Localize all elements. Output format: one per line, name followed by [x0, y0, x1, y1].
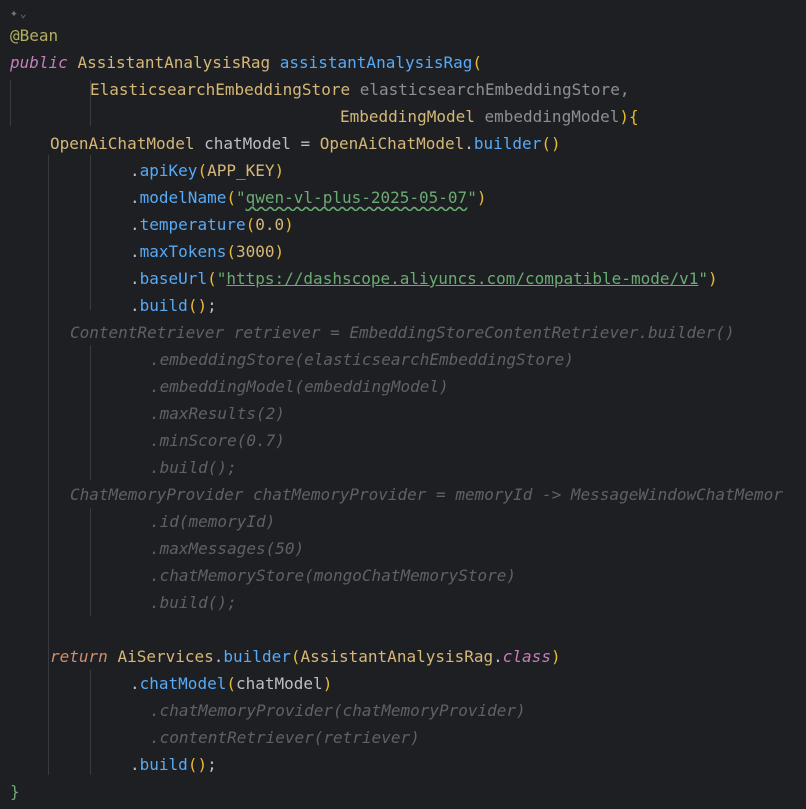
code-line-18[interactable]: ChatMemoryProvider chatMemoryProvider = …: [0, 481, 806, 508]
unused-code: .chatMemoryProvider(chatMemoryProvider): [150, 701, 526, 720]
code-line-29[interactable]: }: [0, 778, 806, 805]
code-line-24[interactable]: return AiServices.builder(AssistantAnaly…: [0, 643, 806, 670]
code-line-10[interactable]: .baseUrl("https://dashscope.aliyuncs.com…: [0, 265, 806, 292]
class-ref: AiServices: [117, 647, 214, 666]
code-line-15[interactable]: .maxResults(2): [0, 400, 806, 427]
closing-brace: }: [10, 782, 20, 801]
number-literal: 3000: [235, 242, 275, 261]
code-line-3[interactable]: ElasticsearchEmbeddingStore elasticsearc…: [0, 76, 806, 103]
param-name: elasticsearchEmbeddingStore,: [359, 80, 630, 99]
method-call: modelName: [139, 188, 227, 207]
unused-code: .embeddingStore(elasticsearchEmbeddingSt…: [150, 350, 574, 369]
unused-code: .chatMemoryStore(mongoChatMemoryStore): [150, 566, 517, 585]
code-line-2[interactable]: public AssistantAnalysisRag assistantAna…: [0, 49, 806, 76]
unused-code: .minScore(0.7): [150, 431, 285, 450]
keyword-public: public: [10, 53, 68, 72]
code-line-17[interactable]: .build();: [0, 454, 806, 481]
unused-code: .maxMessages(50): [150, 539, 305, 558]
code-line-6[interactable]: .apiKey(APP_KEY): [0, 157, 806, 184]
code-line-19[interactable]: .id(memoryId): [0, 508, 806, 535]
unused-code: .embeddingModel(embeddingModel): [150, 377, 449, 396]
unused-code: .contentRetriever(retriever): [150, 728, 420, 747]
constant-ref: APP_KEY: [207, 161, 275, 180]
code-line-28[interactable]: .build();: [0, 751, 806, 778]
method-call: maxTokens: [139, 242, 227, 261]
unused-code: .id(memoryId): [150, 512, 276, 531]
assign-operator: =: [290, 134, 320, 153]
number-literal: 0.0: [255, 215, 285, 234]
code-line-16[interactable]: .minScore(0.7): [0, 427, 806, 454]
url-link[interactable]: https://dashscope.aliyuncs.com/compatibl…: [226, 269, 698, 288]
method-call: build: [139, 296, 188, 315]
code-line-21[interactable]: .chatMemoryStore(mongoChatMemoryStore): [0, 562, 806, 589]
code-line-8[interactable]: .temperature(0.0): [0, 211, 806, 238]
code-line-5[interactable]: OpenAiChatModel chatModel = OpenAiChatMo…: [0, 130, 806, 157]
string-literal: qwen-vl-plus-2025-05-07: [245, 188, 468, 207]
param-type: EmbeddingModel: [340, 107, 475, 126]
code-editor[interactable]: ✦ ⌄ @Bean public AssistantAnalysisRag as…: [0, 0, 806, 809]
method-call: baseUrl: [139, 269, 208, 288]
gutter-toolbar[interactable]: ✦ ⌄: [10, 4, 26, 22]
code-line-20[interactable]: .maxMessages(50): [0, 535, 806, 562]
param-type: ElasticsearchEmbeddingStore: [90, 80, 351, 99]
unused-code: .maxResults(2): [150, 404, 285, 423]
arg-ref: chatModel: [235, 674, 323, 693]
bean-gutter-icon[interactable]: ✦: [10, 6, 18, 21]
method-call: builder: [473, 134, 542, 153]
return-type: AssistantAnalysisRag: [77, 53, 271, 72]
code-line-25[interactable]: .chatModel(chatModel): [0, 670, 806, 697]
code-line-7[interactable]: .modelName("qwen-vl-plus-2025-05-07"): [0, 184, 806, 211]
unused-code: .build();: [150, 593, 237, 612]
method-call: chatModel: [139, 674, 227, 693]
code-line-11[interactable]: .build();: [0, 292, 806, 319]
method-call: apiKey: [139, 161, 198, 180]
keyword-class: class: [502, 647, 551, 666]
method-name: assistantAnalysisRag: [279, 53, 473, 72]
code-line-4[interactable]: EmbeddingModel embeddingModel){: [0, 103, 806, 130]
method-call: temperature: [139, 215, 246, 234]
annotation-bean: @Bean: [10, 26, 59, 45]
keyword-return: return: [50, 647, 108, 666]
code-line-27[interactable]: .contentRetriever(retriever): [0, 724, 806, 751]
code-line-14[interactable]: .embeddingModel(embeddingModel): [0, 373, 806, 400]
chevron-down-icon[interactable]: ⌄: [20, 7, 27, 20]
method-call: build: [139, 755, 188, 774]
var-name: chatModel: [204, 134, 291, 153]
method-call: builder: [223, 647, 291, 666]
code-line-9[interactable]: .maxTokens(3000): [0, 238, 806, 265]
unused-code: ContentRetriever retriever = EmbeddingSt…: [70, 323, 735, 342]
class-ref: AssistantAnalysisRag: [300, 647, 494, 666]
unused-code: .build();: [150, 458, 237, 477]
param-name: embeddingModel: [484, 107, 620, 126]
code-line-13[interactable]: .embeddingStore(elasticsearchEmbeddingSt…: [0, 346, 806, 373]
code-line-26[interactable]: .chatMemoryProvider(chatMemoryProvider): [0, 697, 806, 724]
code-line-12[interactable]: ContentRetriever retriever = EmbeddingSt…: [0, 319, 806, 346]
code-line-1[interactable]: @Bean: [0, 22, 806, 49]
class-ref: OpenAiChatModel: [319, 134, 465, 153]
unused-code: ChatMemoryProvider chatMemoryProvider = …: [70, 485, 783, 504]
code-line-22[interactable]: .build();: [0, 589, 806, 616]
var-type: OpenAiChatModel: [50, 134, 195, 153]
